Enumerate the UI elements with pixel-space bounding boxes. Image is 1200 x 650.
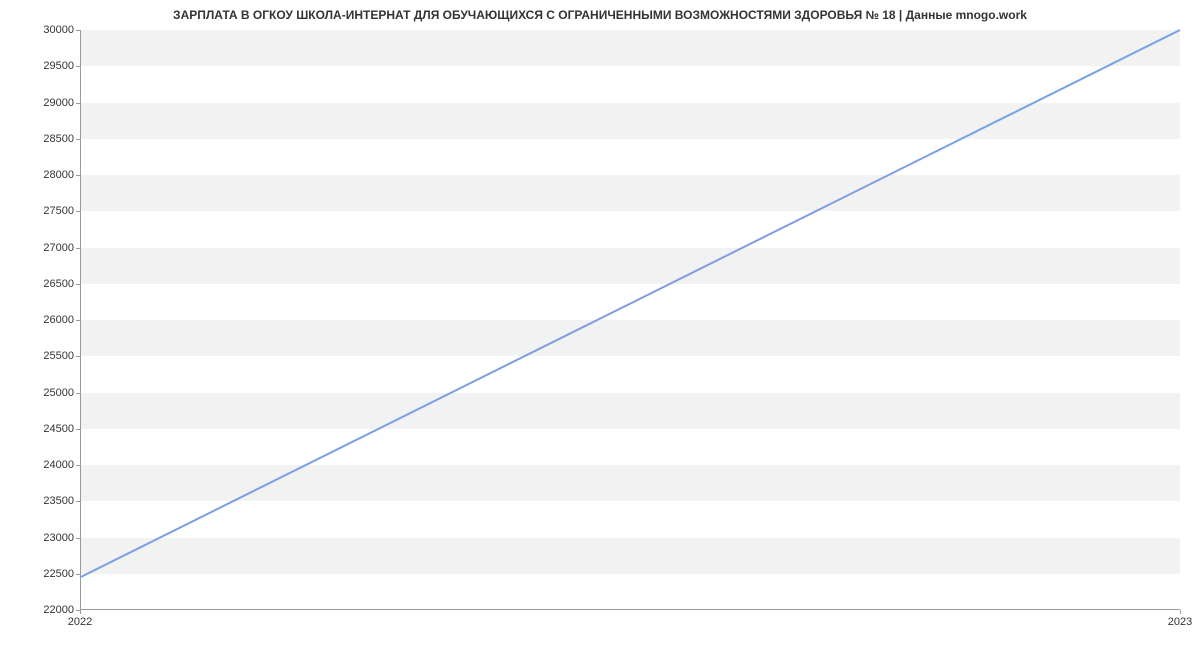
y-tick-label: 29000: [4, 97, 74, 109]
y-tick-label: 25000: [4, 387, 74, 399]
data-line: [80, 30, 1180, 577]
y-tick-label: 30000: [4, 24, 74, 36]
y-tick-label: 25500: [4, 350, 74, 362]
y-tick-label: 27500: [4, 205, 74, 217]
y-tick-label: 22000: [4, 604, 74, 616]
y-tick-mark: [76, 103, 80, 104]
y-tick-label: 22500: [4, 568, 74, 580]
y-tick-mark: [76, 501, 80, 502]
plot-area: [80, 30, 1180, 610]
y-tick-label: 23000: [4, 532, 74, 544]
y-tick-mark: [76, 393, 80, 394]
chart-title: ЗАРПЛАТА В ОГКОУ ШКОЛА-ИНТЕРНАТ ДЛЯ ОБУЧ…: [0, 8, 1200, 22]
y-tick-label: 27000: [4, 242, 74, 254]
y-tick-mark: [76, 248, 80, 249]
y-tick-mark: [76, 538, 80, 539]
y-tick-mark: [76, 574, 80, 575]
y-tick-label: 28000: [4, 169, 74, 181]
y-tick-mark: [76, 429, 80, 430]
x-tick-label: 2022: [68, 616, 92, 628]
y-tick-mark: [76, 211, 80, 212]
chart-container: ЗАРПЛАТА В ОГКОУ ШКОЛА-ИНТЕРНАТ ДЛЯ ОБУЧ…: [0, 0, 1200, 650]
y-tick-label: 23500: [4, 495, 74, 507]
y-tick-mark: [76, 465, 80, 466]
y-tick-mark: [76, 139, 80, 140]
x-tick-label: 2023: [1168, 616, 1192, 628]
y-tick-mark: [76, 175, 80, 176]
x-tick-mark: [1180, 610, 1181, 614]
y-tick-label: 26500: [4, 278, 74, 290]
y-tick-mark: [76, 356, 80, 357]
y-tick-mark: [76, 320, 80, 321]
y-tick-label: 26000: [4, 314, 74, 326]
y-tick-mark: [76, 66, 80, 67]
y-tick-label: 24000: [4, 459, 74, 471]
x-tick-mark: [80, 610, 81, 614]
chart-line-svg: [80, 30, 1180, 610]
y-tick-label: 28500: [4, 133, 74, 145]
y-tick-label: 29500: [4, 60, 74, 72]
y-tick-mark: [76, 30, 80, 31]
y-tick-mark: [76, 284, 80, 285]
y-tick-label: 24500: [4, 423, 74, 435]
